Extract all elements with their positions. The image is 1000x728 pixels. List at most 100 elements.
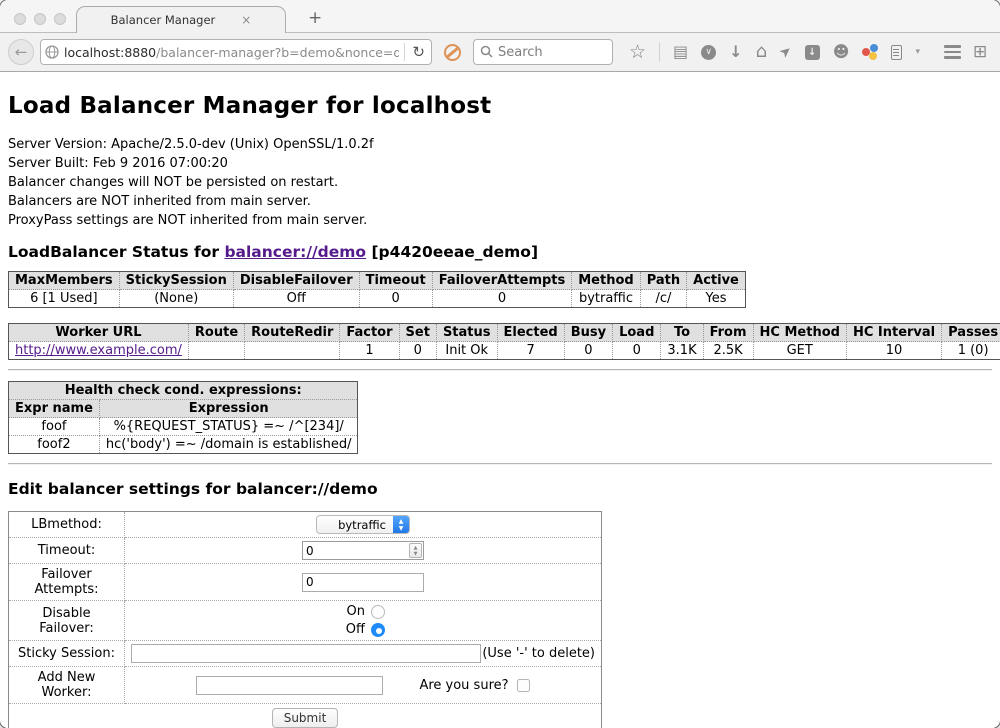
divider	[8, 463, 992, 465]
cell-failoverattempts: 0	[432, 290, 572, 308]
table-row: http://www.example.com/ 1 0 Init Ok 7 0 …	[9, 342, 1000, 360]
cell-path: /c/	[640, 290, 686, 308]
form-row-add-worker: Add New Worker: Are you sure?	[9, 667, 602, 704]
cell-active: Yes	[687, 290, 746, 308]
url-text[interactable]: localhost:8880/balancer-manager?b=demo&n…	[64, 45, 399, 60]
timeout-input[interactable]	[303, 544, 409, 558]
radio-on-button[interactable]	[371, 605, 385, 619]
col-hc-method: HC Method	[753, 324, 846, 342]
chat-smiley-icon[interactable]: ☻	[833, 44, 850, 60]
new-tab-button[interactable]: +	[308, 8, 322, 28]
zoom-window-button[interactable]	[54, 13, 66, 25]
colorful-extension-icon[interactable]	[862, 44, 878, 60]
tab-bar: Balancer Manager × +	[0, 0, 1000, 33]
tile-tabs-icon[interactable]: ⊞	[973, 42, 987, 62]
server-info: Server Version: Apache/2.5.0-dev (Unix) …	[8, 135, 992, 230]
radio-off-label: Off	[341, 622, 365, 637]
cell-routeredir	[245, 342, 340, 360]
table-row: foof2 hc('body') =~ /domain is establish…	[9, 436, 358, 454]
col-factor: Factor	[340, 324, 399, 342]
reload-button[interactable]: ↻	[410, 43, 427, 61]
are-you-sure-checkbox[interactable]	[517, 679, 530, 692]
status-heading-prefix: LoadBalancer Status for	[8, 243, 224, 261]
status-heading: LoadBalancer Status for balancer://demo …	[8, 243, 992, 261]
url-bar[interactable]: localhost:8880/balancer-manager?b=demo&n…	[40, 39, 432, 65]
pocket-icon[interactable]: ∨	[701, 45, 716, 60]
reading-list-icon[interactable]: ▤	[673, 44, 688, 60]
balancer-status-table: MaxMembers StickySession DisableFailover…	[8, 271, 746, 308]
form-row-lbmethod: LBmethod: bytraffic ▲▼	[9, 512, 602, 538]
send-tab-icon[interactable]: ➤	[777, 43, 795, 61]
search-icon	[480, 43, 493, 62]
col-busy: Busy	[564, 324, 612, 342]
add-worker-input[interactable]	[196, 676, 383, 695]
close-window-button[interactable]	[14, 13, 26, 25]
tab-close-icon[interactable]: ×	[241, 13, 251, 27]
worker-table: Worker URL Route RouteRedir Factor Set S…	[8, 323, 1000, 360]
globe-icon	[45, 45, 59, 59]
sticky-session-input[interactable]	[131, 644, 481, 663]
table-row: foof %{REQUEST_STATUS} =~ /^[234]/	[9, 418, 358, 436]
radio-off-button[interactable]	[371, 623, 385, 637]
inherit-note-line: Balancers are NOT inherited from main se…	[8, 192, 992, 211]
table-header-row: Worker URL Route RouteRedir Factor Set S…	[9, 324, 1000, 342]
sticky-session-note: (Use '-' to delete)	[482, 646, 595, 661]
search-bar[interactable]	[473, 39, 613, 65]
cell-load: 0	[613, 342, 661, 360]
balancer-demo-link[interactable]: balancer://demo	[224, 243, 366, 261]
col-expression: Expression	[99, 400, 358, 418]
edit-settings-form: LBmethod: bytraffic ▲▼ Timeout: ▲▼	[8, 511, 602, 728]
tab-balancer-manager[interactable]: Balancer Manager ×	[76, 6, 286, 33]
traffic-lights	[14, 13, 66, 25]
menu-button[interactable]	[944, 45, 961, 59]
radio-option-on: On	[341, 604, 385, 619]
col-set: Set	[399, 324, 436, 342]
col-maxmembers: MaxMembers	[9, 272, 120, 290]
divider	[8, 369, 992, 371]
navigation-toolbar: ← localhost:8880/balancer-manager?b=demo…	[0, 33, 1000, 72]
submit-button[interactable]: Submit	[272, 708, 339, 728]
cell-route	[188, 342, 244, 360]
worker-url-link[interactable]: http://www.example.com/	[15, 343, 182, 358]
extension-download-icon[interactable]: ↓	[805, 45, 820, 60]
back-button[interactable]: ←	[8, 39, 34, 65]
page-actions-icon[interactable]	[891, 45, 902, 60]
server-built-line: Server Built: Feb 9 2016 07:00:20	[8, 154, 992, 173]
col-to: To	[661, 324, 703, 342]
cell-maxmembers: 6 [1 Used]	[9, 290, 120, 308]
lbmethod-select[interactable]: bytraffic ▲▼	[316, 515, 410, 534]
cell-method: bytraffic	[572, 290, 640, 308]
content-blocked-icon[interactable]	[444, 44, 461, 61]
table-row: 6 [1 Used] (None) Off 0 0 bytraffic /c/ …	[9, 290, 746, 308]
cell-busy: 0	[564, 342, 612, 360]
disable-failover-radios: On Off	[131, 604, 595, 637]
minimize-window-button[interactable]	[34, 13, 46, 25]
chevron-down-icon[interactable]: ▾	[915, 47, 920, 57]
number-spinner-icon[interactable]: ▲▼	[409, 543, 422, 558]
radio-on-label: On	[341, 604, 365, 619]
form-row-failover-attempts: Failover Attempts:	[9, 564, 602, 601]
cell-timeout: 0	[359, 290, 432, 308]
persist-note-line: Balancer changes will NOT be persisted o…	[8, 173, 992, 192]
disable-failover-label: Disable Failover:	[9, 601, 125, 641]
cell-set: 0	[399, 342, 436, 360]
col-passes: Passes	[942, 324, 1000, 342]
status-heading-suffix: [p4420eeae_demo]	[366, 243, 538, 261]
downloads-icon[interactable]: ↓	[729, 44, 742, 60]
lbmethod-label: LBmethod:	[9, 512, 125, 538]
table-header-row: MaxMembers StickySession DisableFailover…	[9, 272, 746, 290]
cell-to: 3.1K	[661, 342, 703, 360]
server-version-line: Server Version: Apache/2.5.0-dev (Unix) …	[8, 135, 992, 154]
cell-hc-method: GET	[753, 342, 846, 360]
failover-attempts-input[interactable]	[302, 573, 424, 592]
cell-factor: 1	[340, 342, 399, 360]
search-input[interactable]	[498, 45, 588, 60]
lbmethod-selected-value: bytraffic	[331, 518, 393, 532]
home-icon[interactable]: ⌂	[756, 43, 767, 61]
url-domain: localhost:8880	[64, 45, 156, 60]
bookmark-star-icon[interactable]: ☆	[629, 41, 646, 63]
col-method: Method	[572, 272, 640, 290]
url-divider	[404, 43, 405, 61]
col-active: Active	[687, 272, 746, 290]
toolbar-icons: ☆ ▤ ∨ ↓ ⌂ ➤ ↓ ☻ ▾	[629, 41, 920, 63]
